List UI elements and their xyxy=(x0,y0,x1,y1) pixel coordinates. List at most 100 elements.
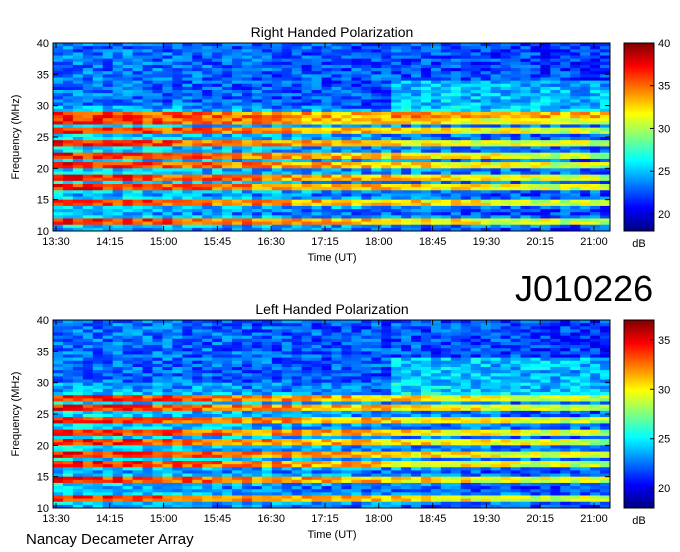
heatmap-cell xyxy=(391,43,402,47)
heatmap-cell xyxy=(550,124,561,128)
heatmap-cell xyxy=(122,202,133,207)
heatmap-cell xyxy=(152,326,163,330)
heatmap-cell xyxy=(371,74,382,78)
heatmap-cell xyxy=(520,395,531,399)
heatmap-cell xyxy=(291,121,303,125)
heatmap-cell xyxy=(152,96,163,100)
heatmap-cell xyxy=(600,373,611,377)
heatmap-cell xyxy=(142,64,153,69)
heatmap-cell xyxy=(600,90,611,94)
heatmap-cell xyxy=(391,345,402,349)
heatmap-cell xyxy=(490,329,501,333)
heatmap-cell xyxy=(450,332,462,337)
heatmap-cell xyxy=(162,367,173,371)
heatmap-cell xyxy=(62,379,74,384)
heatmap-cell xyxy=(281,354,293,358)
heatmap-cell xyxy=(301,52,313,56)
heatmap-cell xyxy=(281,341,293,346)
heatmap-cell xyxy=(580,326,591,330)
heatmap-cell xyxy=(351,193,362,197)
heatmap-cell xyxy=(82,171,94,175)
heatmap-cell xyxy=(102,43,114,47)
heatmap-cell xyxy=(500,171,511,175)
heatmap-cell xyxy=(580,140,591,144)
heatmap-cell xyxy=(122,58,133,63)
heatmap-cell xyxy=(391,348,402,352)
heatmap-cell xyxy=(480,52,492,56)
heatmap-cell xyxy=(72,370,84,374)
heatmap-cell xyxy=(411,363,422,368)
heatmap-cell xyxy=(261,83,273,88)
heatmap-cell xyxy=(460,357,472,362)
heatmap-cell xyxy=(232,90,243,94)
heatmap-cell xyxy=(510,187,521,191)
heatmap-cell xyxy=(550,68,561,72)
heatmap-cell xyxy=(222,127,233,132)
heatmap-cell xyxy=(172,373,183,377)
heatmap-cell xyxy=(172,351,183,355)
heatmap-cell xyxy=(381,68,392,72)
heatmap-cell xyxy=(331,373,342,377)
heatmap-cell xyxy=(301,385,313,390)
heatmap-cell xyxy=(192,184,203,188)
heatmap-cell xyxy=(82,184,94,188)
heatmap-cell xyxy=(580,323,591,327)
heatmap-cell xyxy=(460,404,472,409)
heatmap-cell xyxy=(510,177,521,182)
heatmap-cell xyxy=(92,86,104,91)
heatmap-cell xyxy=(560,338,571,343)
heatmap-cell xyxy=(182,332,193,337)
heatmap-cell xyxy=(102,83,114,88)
heatmap-cell xyxy=(62,360,74,365)
heatmap-cell xyxy=(590,102,601,107)
heatmap-cell xyxy=(232,146,243,150)
heatmap-cell xyxy=(162,338,173,343)
heatmap-cell xyxy=(540,83,551,88)
heatmap-cell xyxy=(430,133,442,138)
heatmap-cell xyxy=(142,202,153,207)
heatmap-cell xyxy=(212,190,223,194)
heatmap-cell xyxy=(172,158,183,163)
heatmap-cell xyxy=(281,367,293,371)
heatmap-cell xyxy=(311,58,322,63)
heatmap-cell xyxy=(341,335,352,340)
heatmap-cell xyxy=(152,332,163,337)
heatmap-cell xyxy=(72,373,84,377)
heatmap-cell xyxy=(510,64,521,69)
heatmap-cell xyxy=(162,143,173,147)
heatmap-cell xyxy=(212,102,223,107)
heatmap-cell xyxy=(580,332,591,337)
heatmap-cell xyxy=(222,146,233,150)
heatmap-cell xyxy=(222,379,233,384)
heatmap-cell xyxy=(261,68,273,72)
heatmap-cell xyxy=(222,348,233,352)
heatmap-cell xyxy=(490,404,501,409)
heatmap-cell xyxy=(251,64,263,69)
heatmap-cell xyxy=(520,224,531,229)
heatmap-cell xyxy=(112,323,124,327)
heatmap-cell xyxy=(361,162,372,166)
heatmap-cell xyxy=(570,326,581,330)
heatmap-cell xyxy=(271,133,283,138)
heatmap-cell xyxy=(490,162,501,166)
heatmap-cell xyxy=(480,149,492,154)
heatmap-cell xyxy=(212,354,223,358)
heatmap-cell xyxy=(281,335,293,340)
heatmap-cell xyxy=(540,46,551,50)
heatmap-cell xyxy=(122,345,133,349)
heatmap-cell xyxy=(172,187,183,191)
heatmap-cell xyxy=(500,158,511,163)
heatmap-cell xyxy=(321,351,332,355)
heatmap-cell xyxy=(172,143,183,147)
heatmap-cell xyxy=(460,146,472,150)
heatmap-cell xyxy=(112,102,124,107)
heatmap-cell xyxy=(510,199,521,204)
heatmap-cell xyxy=(590,329,601,333)
heatmap-cell xyxy=(470,43,482,47)
heatmap-cell xyxy=(152,320,163,324)
heatmap-cell xyxy=(152,184,163,188)
heatmap-cell xyxy=(540,130,551,135)
heatmap-cell xyxy=(341,174,352,179)
heatmap-cell xyxy=(301,115,313,119)
heatmap-cell xyxy=(251,74,263,78)
